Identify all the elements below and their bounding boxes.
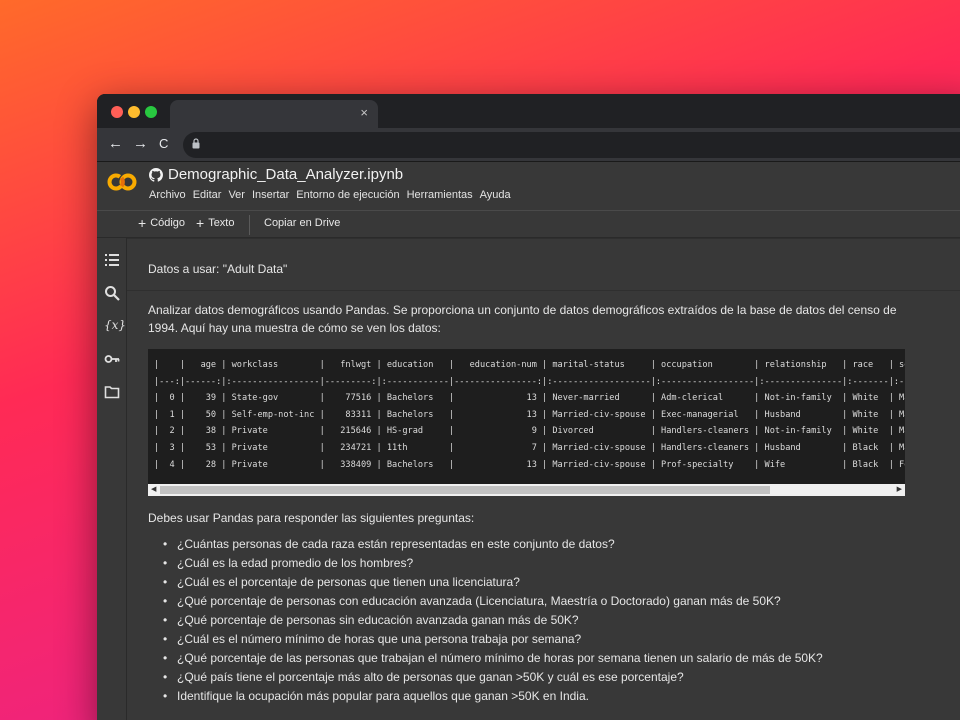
toolbar-divider — [249, 215, 250, 235]
cell-divider — [127, 238, 960, 239]
notebook-title[interactable]: Demographic_Data_Analyzer.ipynb — [168, 166, 403, 183]
folder-icon[interactable] — [104, 384, 120, 400]
scroll-left-icon[interactable]: ◀ — [151, 484, 156, 496]
lock-icon — [192, 138, 200, 149]
questions-intro-text: Debes usar Pandas para responder las sig… — [148, 511, 475, 525]
notebook-title-row: Demographic_Data_Analyzer.ipynb — [149, 166, 403, 183]
left-sidebar: {x} — [97, 238, 127, 720]
questions-list: ¿Cuántas personas de cada raza están rep… — [163, 535, 823, 706]
list-item: ¿Qué país tiene el porcentaje más alto d… — [163, 668, 823, 687]
data-sample-table-text: | | age | workclass | fnlwgt | education… — [154, 360, 905, 470]
add-text-label: Texto — [208, 217, 235, 229]
add-text-button[interactable]: + Texto — [196, 215, 235, 231]
table-of-contents-icon[interactable] — [104, 252, 120, 268]
variables-icon[interactable]: {x} — [104, 318, 126, 334]
menu-ayuda[interactable]: Ayuda — [480, 189, 511, 201]
list-item: ¿Qué porcentaje de personas con educació… — [163, 592, 823, 611]
table-horizontal-scrollbar[interactable]: ◀ ▶ — [148, 484, 905, 496]
scrollbar-thumb[interactable] — [160, 486, 770, 494]
reload-icon[interactable]: C — [159, 135, 168, 153]
notebook-content: Datos a usar: "Adult Data" Analizar dato… — [127, 238, 960, 720]
key-icon[interactable] — [104, 351, 120, 367]
menu-ver[interactable]: Ver — [228, 189, 245, 201]
back-arrow-icon[interactable]: ← — [108, 135, 123, 153]
list-item: Identifique la ocupación más popular par… — [163, 687, 823, 706]
menu-archivo[interactable]: Archivo — [149, 189, 186, 201]
scroll-right-icon[interactable]: ▶ — [897, 484, 902, 496]
browser-tab-bar: × — [97, 94, 960, 128]
list-item: ¿Cuál es el porcentaje de personas que t… — [163, 573, 823, 592]
list-item: ¿Qué porcentaje de personas sin educació… — [163, 611, 823, 630]
browser-tab[interactable]: × — [170, 100, 378, 128]
browser-nav-bar: ← → C — [97, 128, 960, 162]
add-code-button[interactable]: + Código — [138, 215, 186, 231]
copy-to-drive-button[interactable]: Copiar en Drive — [264, 217, 340, 229]
menu-bar: Archivo Editar Ver Insertar Entorno de e… — [149, 189, 511, 201]
add-code-label: Código — [150, 217, 186, 229]
minimize-window-button[interactable] — [128, 106, 140, 118]
list-item: ¿Qué porcentaje de las personas que trab… — [163, 649, 823, 668]
intro-text-line2: 1994. Aquí hay una muestra de cómo se ve… — [148, 321, 441, 335]
menu-entorno[interactable]: Entorno de ejecución — [296, 189, 399, 201]
close-tab-icon[interactable]: × — [360, 105, 368, 120]
browser-window: × ← → C Demographic_Data_Analyzer.ipynb … — [97, 94, 960, 720]
maximize-window-button[interactable] — [145, 106, 157, 118]
list-item: ¿Cuál es el número mínimo de horas que u… — [163, 630, 823, 649]
menu-insertar[interactable]: Insertar — [252, 189, 289, 201]
address-bar[interactable] — [183, 132, 960, 158]
intro-text-line1: Analizar datos demográficos usando Panda… — [148, 303, 897, 317]
forward-arrow-icon[interactable]: → — [133, 135, 148, 153]
list-item: ¿Cuál es la edad promedio de los hombres… — [163, 554, 823, 573]
colab-logo-icon[interactable] — [107, 172, 137, 192]
plus-icon: + — [196, 215, 205, 231]
colab-header: Demographic_Data_Analyzer.ipynb Archivo … — [97, 162, 960, 210]
menu-editar[interactable]: Editar — [193, 189, 222, 201]
data-heading-text: Datos a usar: "Adult Data" — [148, 262, 288, 276]
close-window-button[interactable] — [111, 106, 123, 118]
list-item: ¿Cuántas personas de cada raza están rep… — [163, 535, 823, 554]
cell-divider — [127, 290, 960, 291]
search-icon[interactable] — [104, 285, 120, 301]
plus-icon: + — [138, 215, 147, 231]
data-sample-table: | | age | workclass | fnlwgt | education… — [148, 349, 905, 484]
github-icon — [149, 167, 163, 182]
menu-herramientas[interactable]: Herramientas — [407, 189, 473, 201]
notebook-toolbar: + Código + Texto Copiar en Drive — [97, 210, 960, 238]
